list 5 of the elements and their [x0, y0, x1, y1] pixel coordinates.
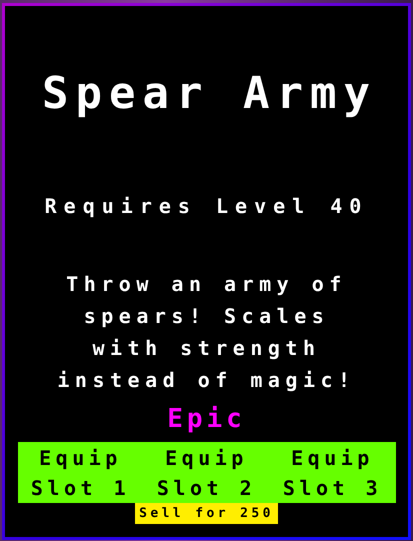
level-requirement: Requires Level 40: [44, 196, 368, 216]
item-title: Spear Army: [41, 72, 377, 116]
item-description: Throw an army of spears! Scales with strength instead of magic!: [56, 271, 357, 394]
sell-button[interactable]: Sell for 250: [135, 503, 278, 524]
rarity-label: Epic: [167, 406, 246, 432]
